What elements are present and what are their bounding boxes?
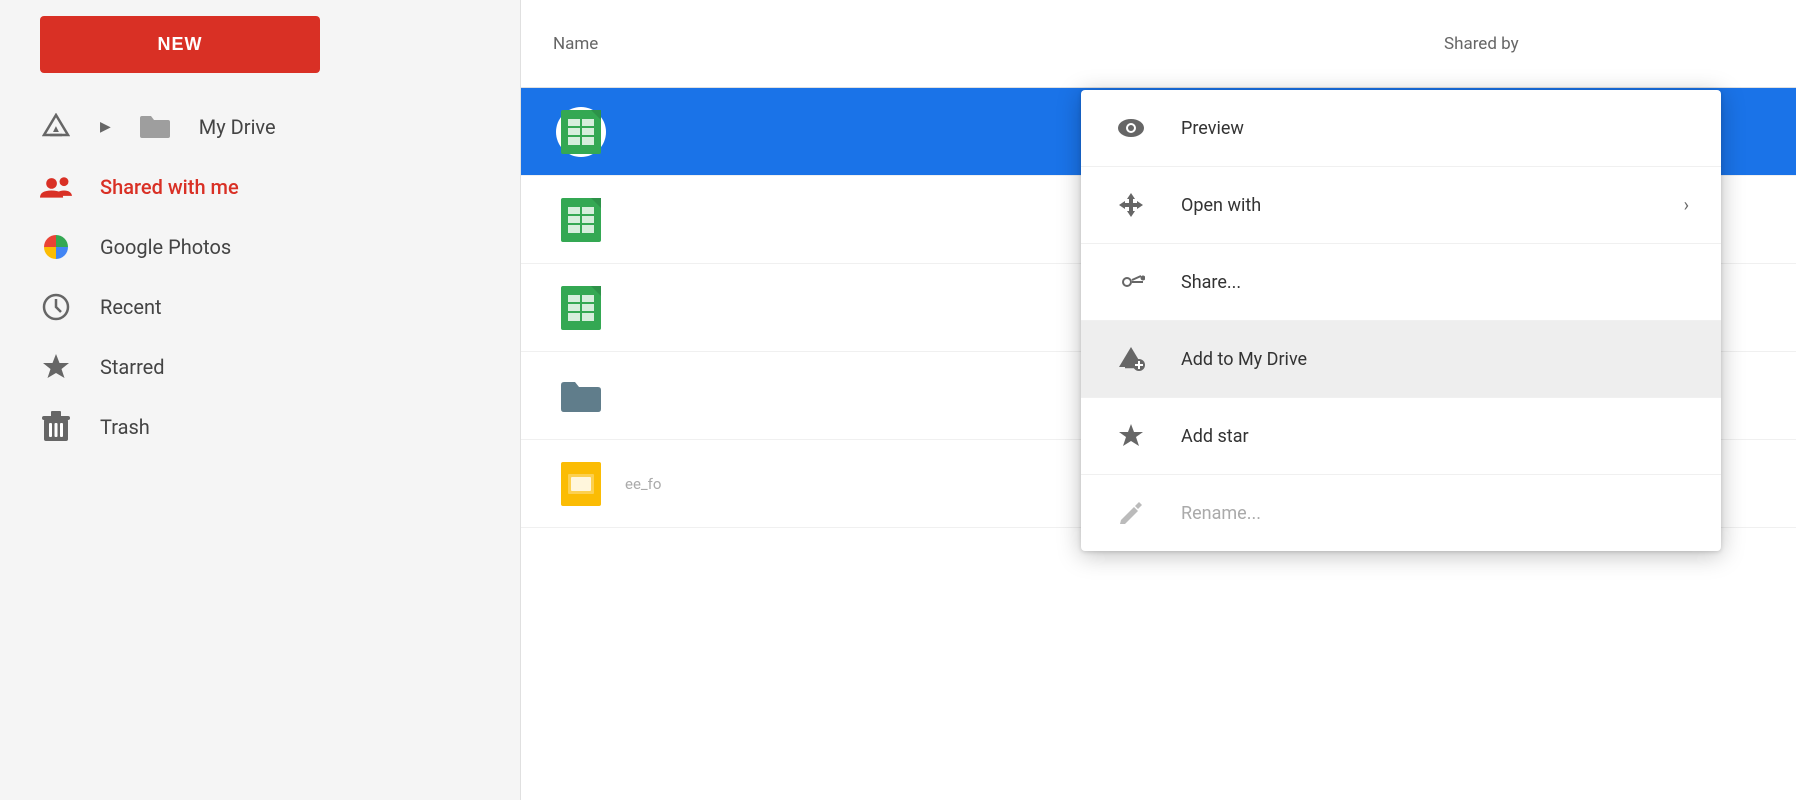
column-name-header: Name — [553, 34, 1444, 54]
header-row: Name Shared by — [521, 0, 1796, 88]
drive-icon: ▲ — [40, 111, 72, 143]
sidebar-item-label-starred: Starred — [100, 355, 165, 379]
slides-icon — [561, 462, 601, 506]
menu-label: Preview — [1181, 118, 1689, 139]
shared-with-me-icon — [40, 171, 72, 203]
add-to-drive-icon — [1113, 341, 1149, 377]
new-button[interactable]: NEW — [40, 16, 320, 73]
sidebar-item-label-shared-with-me: Shared with me — [100, 175, 239, 199]
recent-icon — [40, 291, 72, 323]
sidebar-item-trash[interactable]: Trash — [0, 397, 504, 457]
sidebar-item-label-google-photos: Google Photos — [100, 235, 231, 259]
eye-icon — [1113, 110, 1149, 146]
menu-label: Rename... — [1181, 503, 1689, 524]
file-icon-circle — [556, 107, 606, 157]
star-icon — [1113, 418, 1149, 454]
sidebar-item-label-my-drive: My Drive — [199, 115, 276, 139]
sidebar-item-label-recent: Recent — [100, 295, 162, 319]
sheets-icon — [561, 198, 601, 242]
trash-icon — [40, 411, 72, 443]
folder-icon — [561, 379, 601, 413]
main-content: Name Shared by R — [520, 0, 1796, 800]
sidebar-item-starred[interactable]: Starred — [0, 337, 504, 397]
starred-icon — [40, 351, 72, 383]
share-icon — [1113, 264, 1149, 300]
menu-item-open-with[interactable]: Open with › — [1081, 167, 1721, 244]
menu-label: Add to My Drive — [1181, 349, 1689, 370]
file-icon-cell — [553, 379, 609, 413]
context-menu: Preview Open with › — [1081, 90, 1721, 551]
file-icon-cell — [553, 286, 609, 330]
column-shared-by-header: Shared by — [1444, 34, 1764, 54]
sidebar-item-shared-with-me[interactable]: Shared with me — [0, 157, 504, 217]
sidebar-item-my-drive[interactable]: ▲ ▶ My Drive — [0, 97, 504, 157]
menu-label: Open with — [1181, 195, 1652, 216]
file-icon-cell — [553, 462, 609, 506]
ee-fo-label: ee_fo — [625, 475, 661, 493]
menu-item-rename[interactable]: Rename... — [1081, 475, 1721, 551]
svg-text:▲: ▲ — [51, 124, 61, 135]
sidebar: NEW ▲ ▶ My Drive Shared with — [0, 0, 520, 800]
submenu-arrow: › — [1684, 195, 1689, 216]
menu-label: Share... — [1181, 272, 1689, 293]
sheets-icon — [561, 110, 601, 154]
menu-item-add-to-drive[interactable]: Add to My Drive — [1081, 321, 1721, 398]
sidebar-item-recent[interactable]: Recent — [0, 277, 504, 337]
my-drive-chevron: ▶ — [100, 119, 111, 135]
my-drive-folder-icon — [139, 111, 171, 143]
menu-item-share[interactable]: Share... — [1081, 244, 1721, 321]
menu-label: Add star — [1181, 426, 1689, 447]
menu-item-add-star[interactable]: Add star — [1081, 398, 1721, 475]
menu-item-preview[interactable]: Preview — [1081, 90, 1721, 167]
sheets-icon — [561, 286, 601, 330]
open-with-icon — [1113, 187, 1149, 223]
file-icon-cell — [553, 198, 609, 242]
file-icon-cell — [553, 107, 609, 157]
google-photos-icon — [40, 231, 72, 263]
sidebar-item-label-trash: Trash — [100, 415, 150, 439]
sidebar-item-google-photos[interactable]: Google Photos — [0, 217, 504, 277]
edit-icon — [1113, 495, 1149, 531]
